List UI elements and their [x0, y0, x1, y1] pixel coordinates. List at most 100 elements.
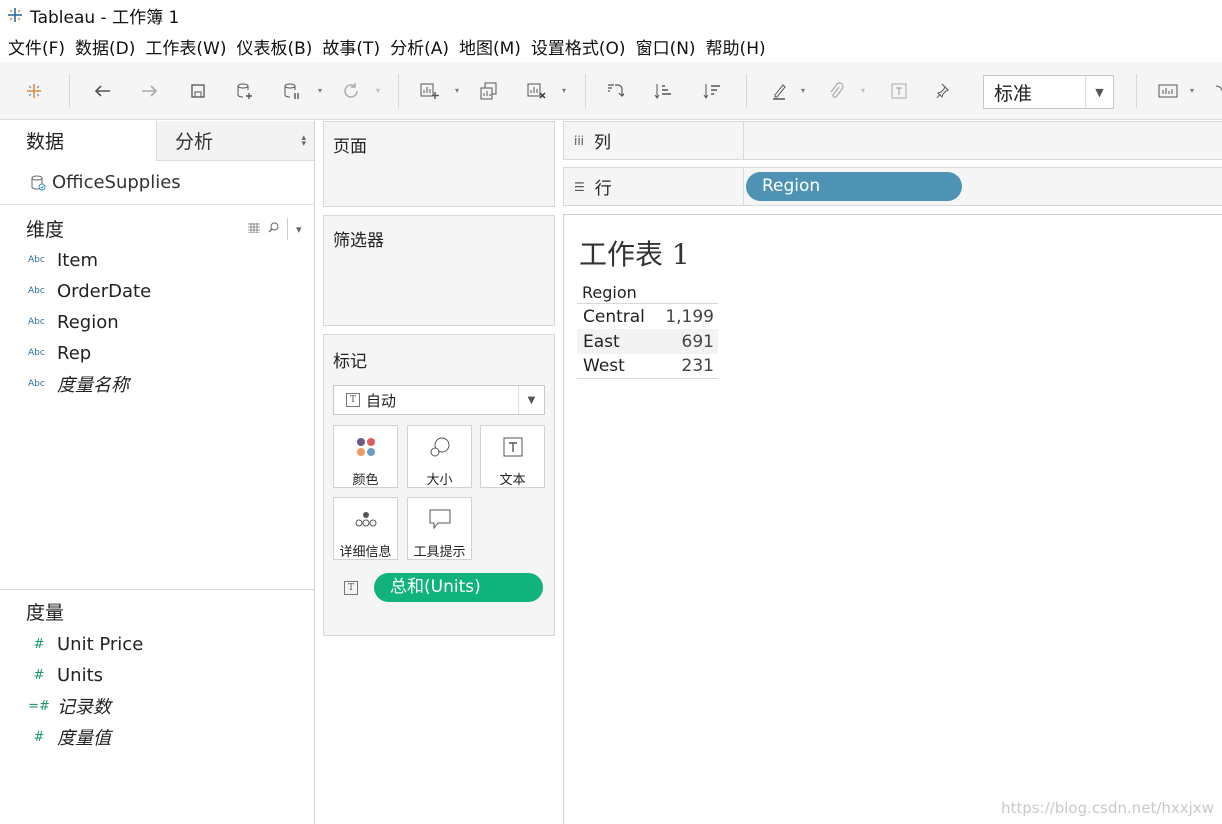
marks-type-dropdown[interactable]: T 自动 ▼ [333, 385, 545, 415]
chevron-down-icon[interactable]: ▾ [562, 86, 570, 96]
menu-window[interactable]: 窗口(N) [636, 34, 696, 59]
cell-value[interactable]: 231 [648, 356, 718, 376]
field-measure-names[interactable]: Abc 度量名称 [28, 371, 129, 397]
pane-divider[interactable] [0, 589, 314, 590]
chevron-down-icon[interactable]: ▾ [861, 86, 869, 96]
undo-arrow-icon[interactable] [90, 79, 114, 103]
window-title: Tableau - 工作簿 1 [30, 7, 180, 28]
menu-analysis[interactable]: 分析(A) [390, 34, 449, 59]
chevron-down-icon[interactable]: ▾ [318, 86, 326, 96]
text-button[interactable]: 文本 [480, 425, 545, 488]
presentation-mode-icon[interactable] [1212, 79, 1222, 103]
columns-shelf[interactable]: iii 列 [563, 121, 1222, 160]
string-type-icon: Abc [28, 255, 45, 265]
text-box-icon [481, 434, 544, 460]
pin-icon[interactable] [932, 79, 956, 103]
menu-file[interactable]: 文件(F) [8, 34, 65, 59]
marks-title: 标记 [333, 352, 367, 372]
sheet-title[interactable]: 工作表 1 [579, 233, 690, 273]
field-unit-price[interactable]: # Unit Price [28, 631, 144, 657]
menu-dashboard[interactable]: 仪表板(B) [236, 34, 312, 59]
region-pill[interactable]: Region [746, 172, 962, 201]
toolbar-separator [746, 74, 747, 108]
field-rep[interactable]: Abc Rep [28, 340, 91, 366]
tooltip-button[interactable]: 工具提示 [407, 497, 472, 560]
swap-rows-columns-icon[interactable] [603, 79, 627, 103]
group-members-icon[interactable] [824, 79, 848, 103]
pages-card[interactable]: 页面 [323, 121, 555, 207]
search-icon[interactable] [268, 222, 279, 236]
sort-ascending-icon[interactable] [651, 79, 675, 103]
menu-map[interactable]: 地图(M) [459, 34, 521, 59]
new-datasource-icon[interactable] [233, 79, 257, 103]
table-row[interactable]: Central 1,199 [577, 304, 718, 329]
clear-sheet-icon[interactable] [525, 79, 549, 103]
chevron-down-icon[interactable]: ▾ [296, 223, 302, 236]
grid-view-icon[interactable] [248, 222, 260, 236]
columns-shelf-label: iii 列 [564, 122, 744, 159]
cell-value[interactable]: 1,199 [648, 307, 718, 327]
filters-card[interactable]: 筛选器 [323, 215, 555, 326]
row-header[interactable]: Central [577, 307, 648, 327]
calculated-number-type-icon: =# [28, 698, 50, 714]
show-me-icon[interactable] [1156, 79, 1180, 103]
menu-worksheet[interactable]: 工作表(W) [145, 34, 226, 59]
field-item[interactable]: Abc Item [28, 247, 98, 273]
divider [287, 218, 288, 240]
sum-units-pill[interactable]: 总和(Units) [374, 573, 543, 602]
tab-analysis[interactable]: 分析 ▴ ▾ [156, 121, 314, 161]
row-header[interactable]: East [577, 332, 648, 352]
marks-type-value: 自动 [366, 391, 397, 410]
cell-value[interactable]: 691 [648, 332, 718, 352]
sort-descending-icon[interactable] [700, 79, 724, 103]
show-mark-labels-icon[interactable] [887, 79, 911, 103]
field-units[interactable]: # Units [28, 662, 103, 688]
string-type-icon: Abc [28, 348, 45, 358]
chevron-down-icon[interactable]: ▼ [518, 386, 544, 414]
tab-data[interactable]: 数据 [0, 121, 156, 161]
pause-updates-icon[interactable] [280, 79, 304, 103]
chevron-down-icon[interactable]: ▾ [376, 86, 384, 96]
color-button[interactable]: 颜色 [333, 425, 398, 488]
field-orderdate[interactable]: Abc OrderDate [28, 278, 151, 304]
rows-shelf[interactable]: ☰ 行 Region [563, 167, 1222, 206]
view-canvas[interactable]: 工作表 1 Region Central 1,199 East 691 West… [563, 214, 1222, 824]
redo-arrow-icon[interactable] [138, 79, 162, 103]
field-measure-values[interactable]: # 度量值 [28, 724, 111, 750]
text-encoding-icon: T [344, 580, 358, 595]
duplicate-sheet-icon[interactable] [477, 79, 501, 103]
menu-help[interactable]: 帮助(H) [706, 34, 766, 59]
database-icon [30, 174, 46, 192]
detail-dots-icon [334, 506, 397, 532]
refresh-icon[interactable] [339, 79, 363, 103]
field-region[interactable]: Abc Region [28, 309, 119, 335]
toolbar: ▾ ▾ ▾ ▾ ▾ ▾ 标准 ▼ ▾ [0, 62, 1222, 120]
fit-dropdown[interactable]: 标准 ▼ [983, 75, 1114, 109]
save-icon[interactable] [186, 79, 210, 103]
size-button[interactable]: 大小 [407, 425, 472, 488]
menu-format[interactable]: 设置格式(O) [531, 34, 626, 59]
chevron-down-icon[interactable]: ▾ [455, 86, 463, 96]
tableau-start-icon[interactable] [22, 79, 46, 103]
table-row[interactable]: East 691 [577, 329, 718, 354]
menu-data[interactable]: 数据(D) [75, 34, 135, 59]
field-record-count[interactable]: =# 记录数 [28, 693, 111, 719]
string-type-icon: Abc [28, 317, 45, 327]
detail-button[interactable]: 详细信息 [333, 497, 398, 560]
marks-card: 标记 T 自动 ▼ 颜色 大小 文本 详细信息 工具提示 T 总和(Units) [323, 334, 555, 636]
new-worksheet-icon[interactable] [418, 79, 442, 103]
table-header[interactable]: Region [577, 280, 718, 304]
field-name: Unit Price [57, 633, 144, 655]
chevron-down-icon[interactable]: ▼ [1085, 76, 1113, 108]
chevron-down-icon[interactable]: ▾ [1190, 86, 1198, 96]
menu-story[interactable]: 故事(T) [322, 34, 380, 59]
row-header[interactable]: West [577, 356, 648, 376]
table-row[interactable]: West 231 [577, 354, 718, 379]
datasource-item[interactable]: OfficeSupplies [0, 161, 314, 205]
size-circles-icon [408, 434, 471, 460]
measures-title: 度量 [26, 602, 65, 624]
tooltip-bubble-icon [408, 506, 471, 532]
number-type-icon: # [33, 729, 45, 745]
chevron-down-icon[interactable]: ▾ [801, 86, 809, 96]
highlight-icon[interactable] [767, 79, 791, 103]
